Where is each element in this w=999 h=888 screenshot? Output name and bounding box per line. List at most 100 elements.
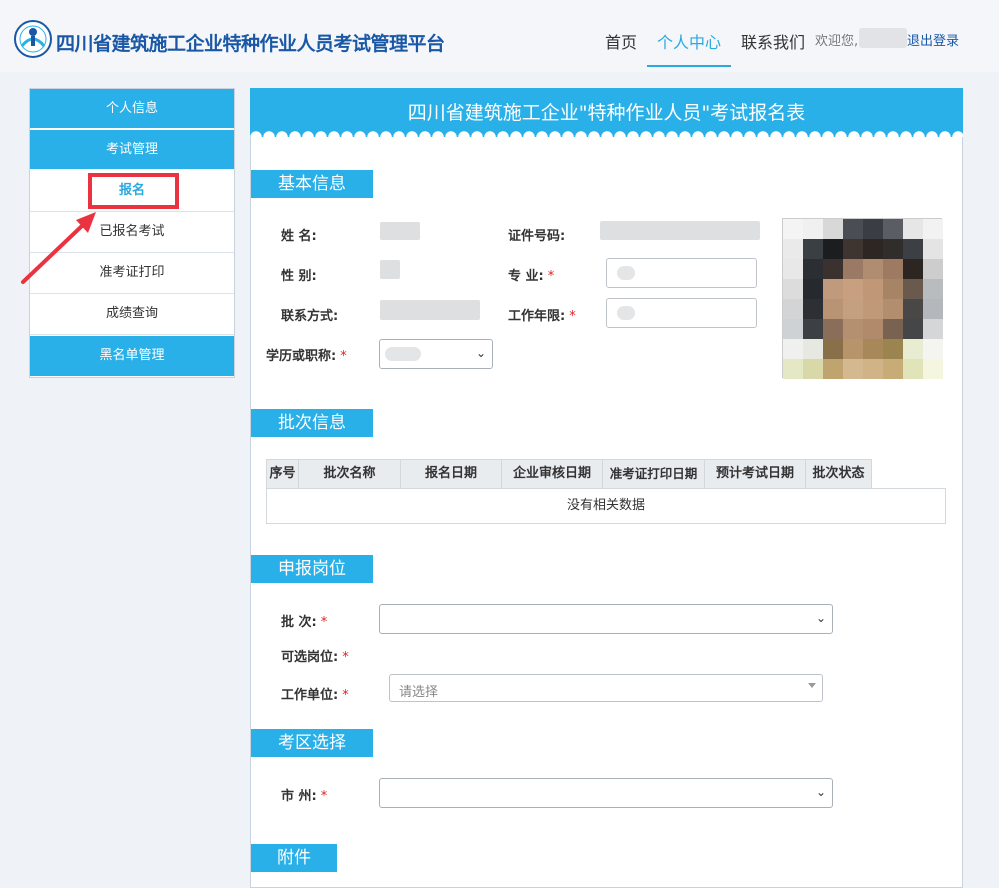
photo-pixel <box>883 259 903 279</box>
nav-home[interactable]: 首页 <box>605 29 637 53</box>
work-unit-select[interactable]: 请选择 <box>389 674 823 702</box>
photo-pixel <box>923 259 943 279</box>
work-unit-label: 工作单位: * <box>281 688 349 703</box>
sidebar-item-score-query[interactable]: 成绩查询 <box>30 294 234 335</box>
major-input[interactable] <box>606 258 757 288</box>
chevron-down-icon: ⌄ <box>475 346 486 360</box>
caret-down-icon <box>808 683 816 688</box>
photo-pixel <box>783 359 803 379</box>
photo-pixel <box>783 259 803 279</box>
photo-pixel <box>923 339 943 359</box>
photo-pixel <box>843 299 863 319</box>
photo-pixel <box>843 259 863 279</box>
photo-pixel <box>923 359 943 379</box>
work-years-input[interactable] <box>606 298 757 328</box>
contact-value-masked <box>380 300 480 320</box>
photo-pixel <box>843 219 863 239</box>
chevron-down-icon: ⌄ <box>815 785 826 799</box>
photo-pixel <box>803 279 823 299</box>
photo-pixel <box>863 339 883 359</box>
banner-scallop-edge <box>250 131 963 137</box>
photo-pixel <box>823 219 843 239</box>
column-header: 准考证打印日期 <box>602 459 705 489</box>
section-exam-region: 考区选择 <box>251 729 373 757</box>
applicant-photo <box>782 218 943 379</box>
city-select[interactable]: ⌄ <box>379 778 833 808</box>
gender-label: 性 别: <box>281 269 317 284</box>
column-header: 批次状态 <box>805 459 872 489</box>
photo-pixel <box>863 219 883 239</box>
photo-pixel <box>903 339 923 359</box>
nav-contact-us[interactable]: 联系我们 <box>741 29 805 53</box>
city-label: 市 州: * <box>281 789 328 804</box>
sidebar-group-personal-info[interactable]: 个人信息 <box>30 89 234 129</box>
welcome-text: 欢迎您, <box>815 34 859 49</box>
id-number-label: 证件号码: <box>508 229 566 244</box>
photo-pixel <box>843 359 863 379</box>
photo-pixel <box>803 299 823 319</box>
photo-pixel <box>923 299 943 319</box>
gender-value-masked <box>380 260 400 279</box>
photo-pixel <box>903 259 923 279</box>
annotation-arrow-icon <box>21 212 96 284</box>
education-label: 学历或职称: * <box>266 349 347 364</box>
photo-pixel <box>903 239 923 259</box>
contact-label: 联系方式: <box>281 309 339 324</box>
column-header: 预计考试日期 <box>704 459 806 489</box>
photo-pixel <box>783 339 803 359</box>
section-declared-post: 申报岗位 <box>251 555 373 583</box>
name-value-masked <box>380 222 420 240</box>
photo-pixel <box>903 279 923 299</box>
available-post-label: 可选岗位: * <box>281 650 349 665</box>
batch-select[interactable]: ⌄ <box>379 604 833 634</box>
photo-pixel <box>803 359 823 379</box>
photo-pixel <box>883 299 903 319</box>
section-attachments: 附件 <box>251 844 337 872</box>
column-header: 企业审核日期 <box>501 459 603 489</box>
logout-link[interactable]: 退出登录 <box>907 30 959 49</box>
section-basic-info: 基本信息 <box>251 170 373 198</box>
form-banner: 四川省建筑施工企业"特种作业人员"考试报名表 <box>250 88 963 137</box>
photo-pixel <box>903 359 923 379</box>
photo-pixel <box>823 299 843 319</box>
photo-pixel <box>783 319 803 339</box>
username-masked <box>859 28 907 48</box>
photo-pixel <box>783 219 803 239</box>
photo-pixel <box>863 319 883 339</box>
chevron-down-icon: ⌄ <box>815 611 826 625</box>
name-label: 姓 名: <box>281 229 317 244</box>
photo-pixel <box>883 359 903 379</box>
photo-pixel <box>903 219 923 239</box>
photo-pixel <box>923 239 943 259</box>
photo-pixel <box>823 339 843 359</box>
photo-pixel <box>803 239 823 259</box>
photo-pixel <box>843 319 863 339</box>
empty-data-row: 没有相关数据 <box>266 488 946 524</box>
column-header: 序号 <box>266 459 299 489</box>
photo-pixel <box>863 359 883 379</box>
photo-pixel <box>803 319 823 339</box>
photo-pixel <box>823 359 843 379</box>
work-years-label: 工作年限: * <box>508 309 576 324</box>
photo-pixel <box>783 279 803 299</box>
form-title: 四川省建筑施工企业"特种作业人员"考试报名表 <box>407 102 806 124</box>
column-header: 报名日期 <box>400 459 502 489</box>
id-number-value-masked <box>600 221 760 240</box>
photo-pixel <box>803 259 823 279</box>
nav-personal-center[interactable]: 个人中心 <box>657 29 721 53</box>
photo-pixel <box>923 319 943 339</box>
photo-pixel <box>883 219 903 239</box>
sidebar-group-exam-management[interactable]: 考试管理 <box>30 130 234 170</box>
photo-pixel <box>903 319 923 339</box>
photo-pixel <box>823 319 843 339</box>
photo-pixel <box>843 239 863 259</box>
photo-pixel <box>883 319 903 339</box>
platform-logo-icon <box>14 20 52 58</box>
photo-pixel <box>783 239 803 259</box>
education-select[interactable]: ⌄ <box>379 339 493 369</box>
photo-pixel <box>923 279 943 299</box>
sidebar-group-blacklist[interactable]: 黑名单管理 <box>30 336 234 376</box>
photo-pixel <box>883 339 903 359</box>
photo-pixel <box>863 299 883 319</box>
site-title: 四川省建筑施工企业特种作业人员考试管理平台 <box>56 33 445 55</box>
